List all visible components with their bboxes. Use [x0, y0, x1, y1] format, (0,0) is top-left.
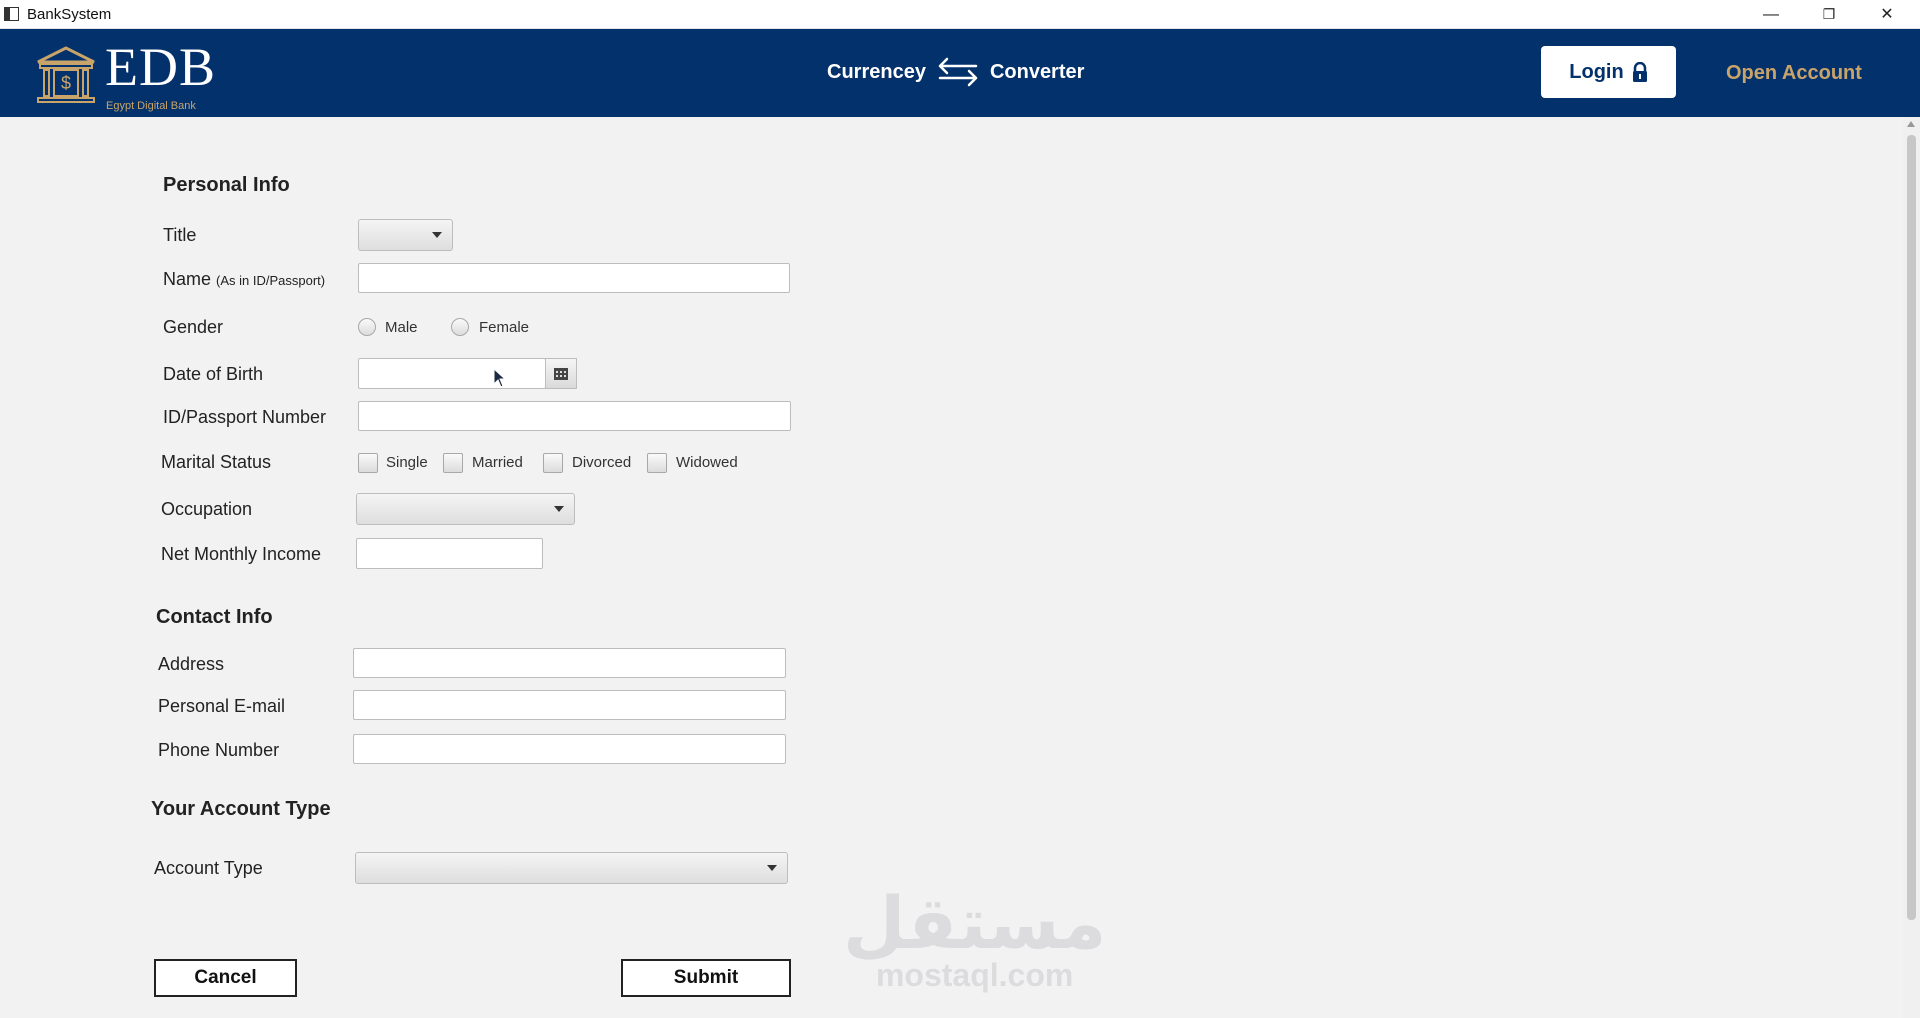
- title-select[interactable]: [358, 219, 453, 251]
- gender-female-radio[interactable]: [451, 318, 469, 336]
- marital-widowed-checkbox[interactable]: [647, 453, 667, 473]
- dob-input[interactable]: [358, 358, 546, 389]
- scrollbar-thumb[interactable]: [1907, 135, 1916, 920]
- logo-tagline: Egypt Digital Bank: [106, 100, 196, 112]
- gender-male-label: Male: [385, 319, 418, 336]
- logo-text: EDB: [105, 37, 216, 97]
- dob-label: Date of Birth: [163, 364, 264, 384]
- phone-input[interactable]: [353, 734, 786, 764]
- phone-label: Phone Number: [158, 740, 280, 760]
- restore-button[interactable]: ❐: [1800, 0, 1858, 29]
- converter-label-left: Currencey: [827, 60, 926, 83]
- occupation-label: Occupation: [161, 499, 253, 519]
- cancel-button[interactable]: Cancel: [154, 959, 297, 997]
- chevron-down-icon: [432, 232, 442, 238]
- personal-info-heading: Personal Info: [163, 174, 290, 196]
- window-title: BankSystem: [27, 6, 112, 23]
- address-input[interactable]: [353, 648, 786, 678]
- net-income-label: Net Monthly Income: [161, 544, 322, 564]
- marital-status-label: Marital Status: [161, 452, 272, 472]
- occupation-select[interactable]: [356, 493, 575, 525]
- chevron-down-icon: [767, 865, 777, 871]
- marital-divorced-checkbox[interactable]: [543, 453, 563, 473]
- gender-male-radio[interactable]: [358, 318, 376, 336]
- account-type-select[interactable]: [355, 852, 788, 884]
- watermark-arabic: مستقل: [843, 881, 1107, 965]
- name-input[interactable]: [358, 263, 790, 293]
- contact-info-heading: Contact Info: [156, 606, 273, 628]
- currency-converter-link[interactable]: Currencey Converter: [827, 57, 1084, 87]
- id-passport-label: ID/Passport Number: [163, 407, 327, 427]
- net-income-input[interactable]: [356, 538, 543, 569]
- title-label: Title: [163, 225, 197, 245]
- submit-button[interactable]: Submit: [621, 959, 791, 997]
- calendar-icon: [554, 368, 568, 380]
- marital-widowed-label: Widowed: [676, 454, 738, 471]
- gender-female-label: Female: [479, 319, 530, 336]
- id-passport-input[interactable]: [358, 401, 791, 431]
- converter-label-right: Converter: [989, 60, 1085, 83]
- address-label: Address: [158, 654, 225, 674]
- account-type-label: Account Type: [154, 858, 263, 878]
- svg-text:$: $: [61, 73, 71, 93]
- app-icon: [4, 7, 19, 21]
- open-account-form: Personal Info Title Name (As in ID/Passp…: [0, 117, 1903, 1018]
- bank-building-icon: $: [37, 46, 95, 103]
- bank-logo[interactable]: $ EDB Egypt Digital Bank: [36, 37, 216, 112]
- gender-label: Gender: [163, 317, 224, 337]
- marital-married-checkbox[interactable]: [443, 453, 463, 473]
- swap-arrows-icon: [938, 57, 978, 87]
- vertical-scrollbar[interactable]: [1903, 117, 1920, 1018]
- watermark-latin: mostaql.com: [875, 957, 1074, 993]
- app-header: $ EDB Egypt Digital Bank Currencey Conve…: [0, 29, 1920, 117]
- marital-single-label: Single: [386, 454, 428, 471]
- calendar-button[interactable]: [545, 358, 577, 389]
- marital-married-label: Married: [472, 454, 523, 471]
- mouse-cursor-icon: [493, 368, 507, 388]
- name-label: Name (As in ID/Passport): [163, 269, 325, 290]
- watermark: مستقل mostaql.com: [843, 885, 1106, 994]
- email-label: Personal E-mail: [158, 696, 286, 716]
- lock-icon: [1632, 62, 1647, 82]
- open-account-link[interactable]: Open Account: [1726, 62, 1862, 85]
- close-button[interactable]: ✕: [1858, 0, 1916, 29]
- login-button[interactable]: Login: [1541, 46, 1676, 98]
- account-type-heading: Your Account Type: [151, 798, 331, 820]
- chevron-down-icon: [554, 506, 564, 512]
- name-label-hint: (As in ID/Passport): [216, 273, 326, 288]
- login-label: Login: [1569, 60, 1624, 83]
- scroll-up-icon[interactable]: [1907, 121, 1915, 127]
- marital-single-checkbox[interactable]: [358, 453, 378, 473]
- name-label-text: Name: [163, 269, 212, 289]
- minimize-button[interactable]: —: [1742, 0, 1800, 29]
- marital-divorced-label: Divorced: [572, 454, 632, 471]
- email-input[interactable]: [353, 690, 786, 720]
- window-titlebar: BankSystem — ❐ ✕: [0, 0, 1920, 29]
